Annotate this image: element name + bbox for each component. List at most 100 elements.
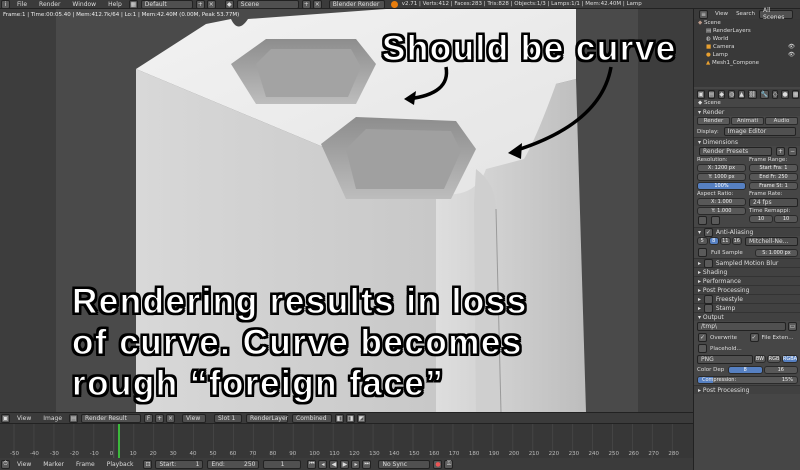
aa-samples-5[interactable]: 5 <box>697 237 708 245</box>
outliner-editor-icon[interactable]: ≡ <box>699 9 708 19</box>
output-path-field[interactable]: /tmp\ <box>697 322 786 331</box>
menu-frame[interactable]: Frame <box>70 461 101 468</box>
aspect-x-field[interactable]: X: 1.000 <box>697 198 746 206</box>
view-mode-select[interactable]: View <box>182 413 207 423</box>
editor-type-icon[interactable]: i <box>1 0 10 9</box>
menu-playback[interactable]: Playback <box>101 461 140 468</box>
shading-header[interactable]: ▸ Shading <box>694 267 800 276</box>
overwrite-checkbox[interactable]: ✓ <box>698 333 707 342</box>
timeline-area[interactable]: -50 -40 -30 -20 -10 0 10 20 30 40 50 60 70 80 90 100 110… <box>0 424 693 458</box>
aspect-y-field[interactable]: Y: 1.000 <box>697 207 746 215</box>
anti-aliasing-checkbox[interactable]: ✓ <box>703 227 713 237</box>
jump-end-icon[interactable]: ⏭ <box>362 459 372 469</box>
folder-icon[interactable]: ▭ <box>788 322 797 331</box>
file-extensions-checkbox[interactable]: ✓ <box>749 333 759 342</box>
stamp-header[interactable]: ▸ Stamp <box>694 303 800 313</box>
motion-blur-checkbox[interactable] <box>703 258 713 268</box>
outliner-item-camera[interactable]: ■ Camera 👁 <box>694 43 800 51</box>
keying-icon[interactable]: ⚿ <box>444 459 454 469</box>
timeline-editor-icon[interactable]: ⏱ <box>1 459 10 469</box>
menu-window[interactable]: Window <box>66 1 102 8</box>
dimensions-panel-header[interactable]: ▾ Dimensions <box>694 137 800 146</box>
outliner-item-mesh[interactable]: ▲ Mesh1_Compone <box>694 59 800 67</box>
end-frame-field[interactable]: End: 250 <box>207 459 260 469</box>
sync-select[interactable]: No Sync <box>378 459 431 469</box>
time-remap-old[interactable]: 10 <box>749 215 773 223</box>
layer-select[interactable]: RenderLayer <box>246 413 288 423</box>
render-presets-select[interactable]: Render Presets <box>699 147 772 156</box>
aa-filter-select[interactable]: Mitchell-Ne... <box>745 237 798 246</box>
scene-add-icon[interactable]: + <box>301 0 311 9</box>
start-frame-field[interactable]: Start Fra: 1 <box>749 164 798 172</box>
aa-samples-8[interactable]: 8 <box>708 237 719 245</box>
engine-select[interactable]: Blender Render <box>328 0 385 9</box>
color-bw[interactable]: BW <box>754 355 766 363</box>
resolution-x-field[interactable]: X: 1200 px <box>697 164 746 172</box>
display-rgb-icon[interactable]: ◧ <box>335 413 345 423</box>
modifiers-tab-icon[interactable]: 🔧 <box>759 89 769 99</box>
scene-select[interactable]: Scene <box>236 0 299 9</box>
jump-start-icon[interactable]: ⏮ <box>307 459 317 469</box>
frame-rate-select[interactable]: 24 fps <box>749 198 798 207</box>
image-add-icon[interactable]: + <box>155 413 165 423</box>
visibility-eye-icon[interactable]: 👁 <box>788 44 795 50</box>
output-header[interactable]: ▾ Output <box>694 312 800 321</box>
outliner-item-lamp[interactable]: ● Lamp 👁 <box>694 51 800 59</box>
display-alpha-icon[interactable]: ◨ <box>346 413 356 423</box>
resolution-y-field[interactable]: Y: 1000 px <box>697 173 746 181</box>
aa-samples-11[interactable]: 11 <box>720 237 731 245</box>
editor-type-icon[interactable]: ▣ <box>1 413 10 423</box>
menu-render[interactable]: Render <box>33 1 66 8</box>
crop-checkbox[interactable] <box>711 216 720 225</box>
prev-key-icon[interactable]: ◂ <box>318 459 328 469</box>
preset-remove-icon[interactable]: − <box>788 147 797 156</box>
layers-tab-icon[interactable]: ▤ <box>707 89 716 99</box>
animation-button[interactable]: Animati <box>731 117 764 125</box>
menu-marker[interactable]: Marker <box>37 461 70 468</box>
time-remap-new[interactable]: 10 <box>774 215 798 223</box>
freestyle-header[interactable]: ▸ Freestyle <box>694 294 800 304</box>
resolution-percent-field[interactable]: 100% <box>697 182 746 190</box>
display-zbuf-icon[interactable]: ◩ <box>357 413 367 423</box>
image-close-icon[interactable]: × <box>166 413 176 423</box>
post-processing-bottom-header[interactable]: ▸ Post Processing <box>694 385 800 394</box>
layout-close-icon[interactable]: × <box>206 0 216 9</box>
stamp-checkbox[interactable] <box>703 303 713 313</box>
menu-image[interactable]: Image <box>37 415 68 422</box>
texture-tab-icon[interactable]: ▦ <box>791 89 800 99</box>
current-frame-field[interactable]: 1 <box>263 459 302 469</box>
constraints-tab-icon[interactable]: ⛓ <box>747 89 757 99</box>
outliner-display-select[interactable]: All Scenes <box>758 7 793 21</box>
full-sample-checkbox[interactable] <box>698 248 707 257</box>
freestyle-checkbox[interactable] <box>703 294 713 304</box>
camera-tab-icon[interactable]: ▣ <box>697 89 705 99</box>
record-icon[interactable]: ● <box>433 459 443 469</box>
color-depth-8[interactable]: 8 <box>728 366 763 374</box>
play-reverse-icon[interactable]: ◀ <box>329 459 339 469</box>
image-select[interactable]: Render Result <box>81 413 142 423</box>
compression-slider[interactable]: Compression: 15% <box>697 376 798 384</box>
render-panel-header[interactable]: ▾ Render <box>694 107 800 116</box>
play-icon[interactable]: ▶ <box>340 459 350 469</box>
frame-step-field[interactable]: Frame St: 1 <box>749 182 798 190</box>
filter-size-field[interactable]: S: 1.000 px <box>755 248 798 257</box>
audio-button[interactable]: Audio <box>765 117 798 125</box>
performance-header[interactable]: ▸ Performance <box>694 276 800 285</box>
material-tab-icon[interactable]: ● <box>781 89 789 99</box>
preset-add-icon[interactable]: + <box>776 147 785 156</box>
scene-close-icon[interactable]: × <box>312 0 322 9</box>
outliner-item-world[interactable]: ◍ World <box>694 35 800 43</box>
sampled-motion-blur-header[interactable]: ▸ Sampled Motion Blur <box>694 258 800 268</box>
menu-view[interactable]: View <box>11 415 37 422</box>
menu-help[interactable]: Help <box>102 1 128 8</box>
start-frame-field[interactable]: Start: 1 <box>155 459 204 469</box>
scene-tab-icon[interactable]: ◆ <box>718 89 725 99</box>
menu-file[interactable]: File <box>11 1 33 8</box>
fake-user-button[interactable]: F <box>144 413 154 423</box>
end-frame-field[interactable]: End Fr: 250 <box>749 173 798 181</box>
anti-aliasing-header[interactable]: ▾ ✓ Anti-Aliasing <box>694 227 800 237</box>
render-button[interactable]: Render <box>697 117 730 125</box>
color-depth-16[interactable]: 16 <box>763 366 798 374</box>
layout-add-icon[interactable]: + <box>195 0 205 9</box>
outliner-view-menu[interactable]: View <box>715 11 728 17</box>
